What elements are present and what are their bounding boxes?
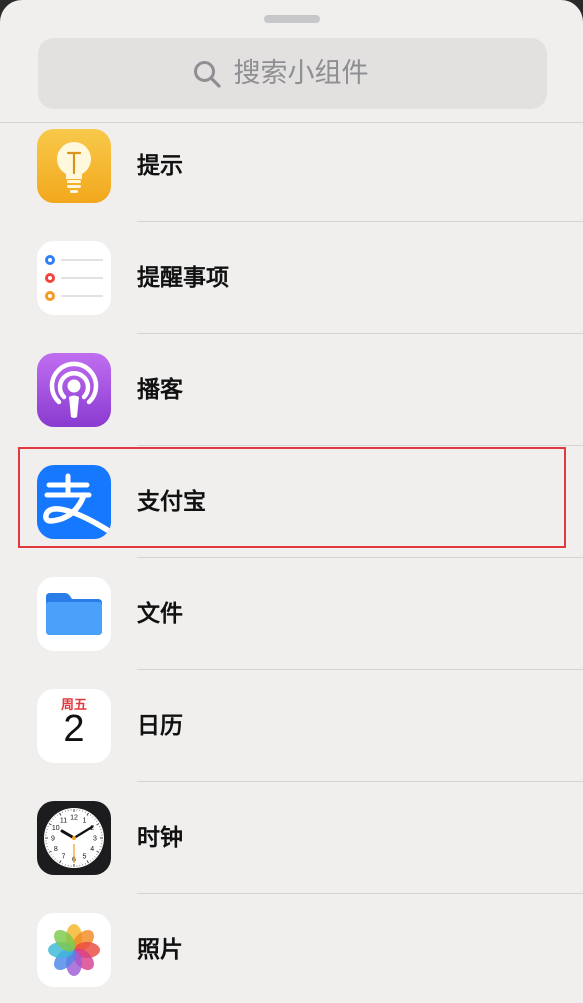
widget-picker-sheet: 提示 提醒事项 bbox=[0, 0, 583, 1003]
list-item-label: 时钟 bbox=[137, 825, 183, 851]
clock-number: 4 bbox=[90, 846, 94, 853]
files-folder-icon bbox=[37, 577, 111, 651]
search-input[interactable] bbox=[233, 58, 394, 89]
clock-icon: 121234567891011 bbox=[37, 801, 111, 875]
calendar-icon: 周五 2 bbox=[37, 689, 111, 763]
list-item-label: 提示 bbox=[137, 153, 183, 179]
search-bar[interactable] bbox=[38, 38, 547, 109]
clock-number: 9 bbox=[51, 836, 55, 843]
clock-number: 8 bbox=[54, 846, 58, 853]
list-item-calendar[interactable]: 周五 2 日历 bbox=[0, 670, 583, 782]
alipay-icon bbox=[37, 465, 111, 539]
list-item-label: 支付宝 bbox=[137, 489, 206, 515]
podcasts-icon bbox=[37, 353, 111, 427]
clock-number: 7 bbox=[62, 854, 66, 861]
search-icon bbox=[193, 60, 221, 88]
list-item-photos[interactable]: 照片 bbox=[0, 894, 583, 1003]
list-item-label: 照片 bbox=[137, 937, 183, 963]
clock-number: 3 bbox=[93, 836, 97, 843]
list-item-files[interactable]: 文件 bbox=[0, 558, 583, 670]
clock-number: 10 bbox=[52, 825, 60, 832]
list-item-label: 日历 bbox=[137, 713, 183, 739]
list-item-podcasts[interactable]: 播客 bbox=[0, 334, 583, 446]
list-item-alipay[interactable]: 支付宝 bbox=[0, 446, 583, 558]
sheet-grabber[interactable] bbox=[264, 15, 320, 23]
list-item-reminders[interactable]: 提醒事项 bbox=[0, 222, 583, 334]
list-item-tips[interactable]: 提示 bbox=[0, 110, 583, 222]
clock-number: 1 bbox=[83, 817, 87, 824]
list-item-label: 文件 bbox=[137, 601, 183, 627]
clock-number: 5 bbox=[83, 854, 87, 861]
list-item-label: 播客 bbox=[137, 377, 183, 403]
clock-number: 11 bbox=[60, 817, 67, 824]
clock-number: 12 bbox=[70, 815, 78, 822]
list-item-clock[interactable]: 121234567891011 时钟 bbox=[0, 782, 583, 894]
photos-icon bbox=[37, 913, 111, 987]
tips-lightbulb-icon bbox=[37, 129, 111, 203]
list-item-label: 提醒事项 bbox=[137, 265, 229, 291]
calendar-date: 2 bbox=[63, 708, 85, 750]
reminders-icon bbox=[37, 241, 111, 315]
